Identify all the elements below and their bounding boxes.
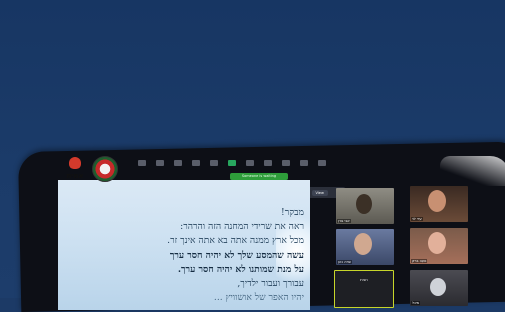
participant-name: עדי לוי: [411, 217, 423, 221]
reactions-icon[interactable]: [264, 160, 272, 166]
slide-line: על מנת שמותנו לא יהיה חסר ערך.: [177, 263, 304, 275]
security-icon[interactable]: [174, 160, 182, 166]
mute-icon[interactable]: [138, 160, 146, 166]
shared-slide: מבקר! ראה את שרידי המחנה הזה והרהר: מכל …: [58, 180, 310, 310]
slide-line: יהיו האפר של אושוויץ ...: [213, 292, 304, 304]
participant-gallery: אבי גורן עדי לוי שרה כהן נועה ברק חגית מ…: [330, 186, 500, 308]
waiting-room-banner[interactable]: Someone is waiting: [230, 173, 288, 180]
participant-name: חגית: [360, 277, 368, 282]
participant-name: נועה ברק: [411, 259, 428, 263]
record-icon[interactable]: [246, 160, 254, 166]
avatar: [356, 194, 372, 214]
participant-tile[interactable]: נועה ברק: [410, 228, 468, 264]
share-screen-icon[interactable]: [228, 160, 236, 166]
apps-icon[interactable]: [282, 160, 290, 166]
slide-line: עשה שהמסע שלך לא יהיה חסר ערך: [169, 249, 304, 261]
amit-logo: אמית: [62, 155, 88, 183]
slide-line: ראה את שרידי המחנה הזה והרהר:: [180, 221, 304, 233]
avatar: [428, 190, 446, 212]
whiteboard-icon[interactable]: [300, 160, 308, 166]
participant-name: שרה כהן: [337, 260, 352, 264]
participant-name: מיכל: [411, 301, 420, 305]
video-icon[interactable]: [156, 160, 164, 166]
avatar: [428, 232, 446, 254]
participant-name: אבי גורן: [337, 219, 351, 223]
zoom-toolbar: [128, 155, 458, 171]
avatar: [354, 233, 372, 255]
participant-tile[interactable]: שרה כהן: [336, 229, 394, 265]
school-emblem-logo: [92, 156, 118, 182]
slide-line: מבקר!: [281, 207, 304, 218]
slide-logos: אמית: [58, 152, 122, 186]
avatar: [430, 278, 446, 296]
participants-icon[interactable]: [192, 160, 200, 166]
participant-tile[interactable]: מיכל: [410, 270, 468, 306]
slide-text: מבקר! ראה את שרידי המחנה הזה והרהר: מכל …: [58, 206, 304, 305]
participant-tile[interactable]: אבי גורן: [336, 188, 394, 224]
view-waiting-room-button[interactable]: View: [311, 189, 328, 196]
participant-tile[interactable]: עדי לוי: [410, 186, 468, 222]
chat-icon[interactable]: [210, 160, 218, 166]
slide-line: עבורך ועבור ילדיך,: [237, 278, 304, 290]
slide-line: מכל ארץ ממנה אתה בא אתה אינך זר.: [167, 235, 304, 247]
more-icon[interactable]: [318, 160, 326, 166]
participant-tile-active[interactable]: חגית: [334, 270, 394, 308]
